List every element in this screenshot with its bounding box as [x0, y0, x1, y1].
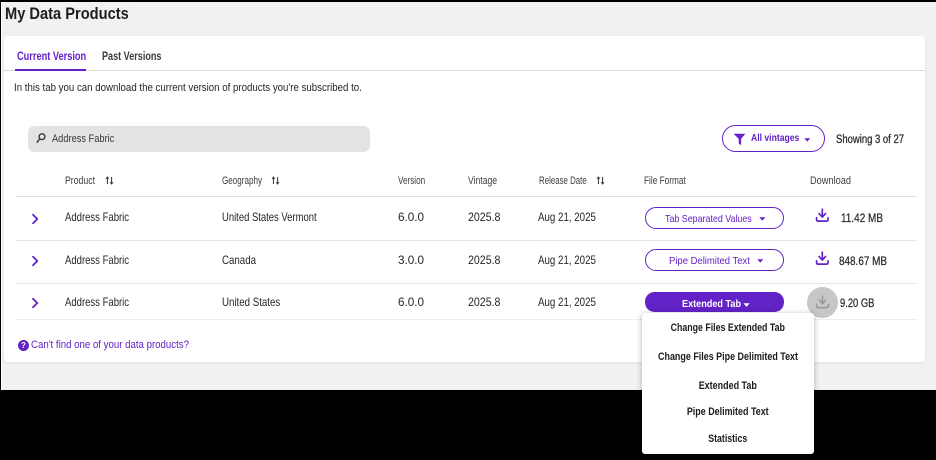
svg-text:?: ?	[21, 341, 26, 350]
